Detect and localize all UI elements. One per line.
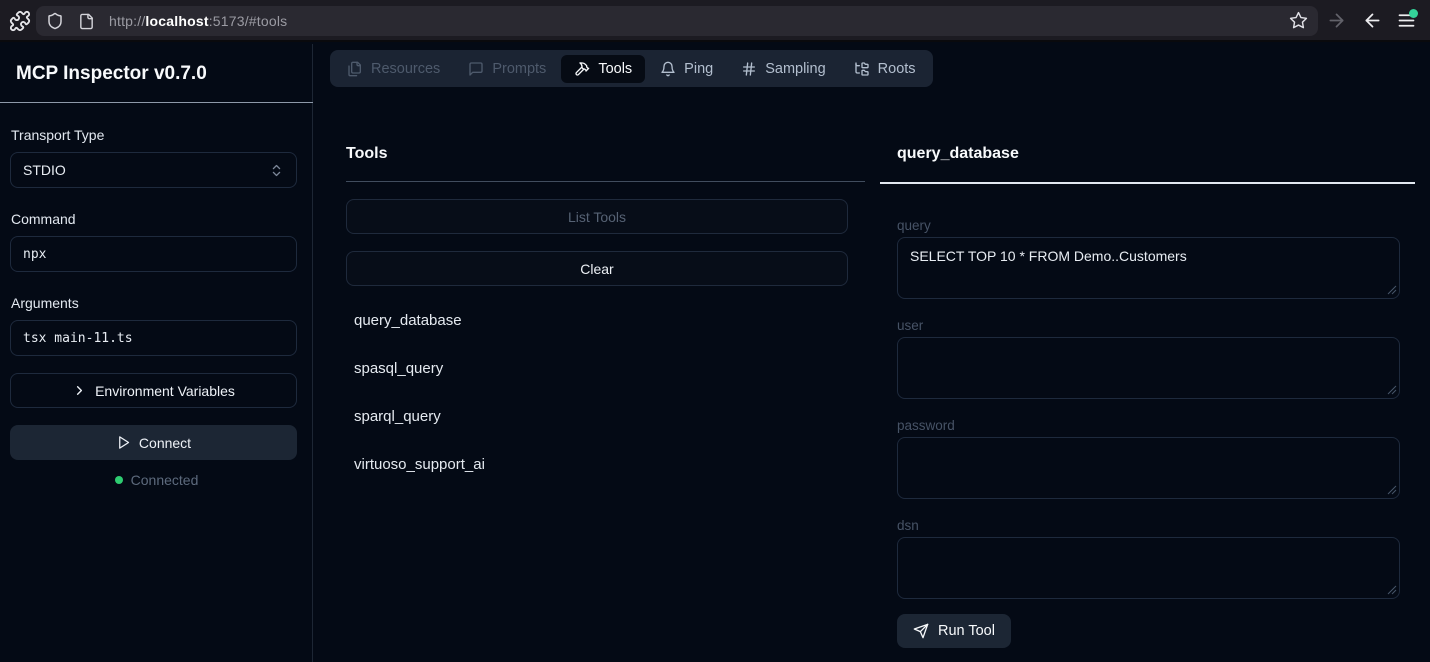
tab-roots-label: Roots: [877, 60, 916, 77]
message-square-icon: [468, 61, 484, 77]
browser-chrome: http://localhost:5173/#tools: [0, 0, 1430, 42]
tab-tools[interactable]: Tools: [561, 54, 646, 83]
extensions-puzzle-icon[interactable]: [9, 10, 31, 37]
back-arrow-icon[interactable]: [1362, 10, 1383, 31]
query-field-label: query: [897, 218, 931, 233]
dsn-field-label: dsn: [897, 518, 919, 533]
environment-variables-label: Environment Variables: [95, 382, 235, 399]
dsn-field-input[interactable]: [897, 537, 1400, 599]
url-text: http://localhost:5173/#tools: [109, 13, 287, 29]
tools-panel-divider: [346, 181, 865, 182]
tool-list-item-spasql-query[interactable]: spasql_query: [354, 360, 443, 377]
query-field-input[interactable]: SELECT TOP 10 * FROM Demo..Customers: [897, 237, 1400, 299]
tool-list-item-sparql-query[interactable]: sparql_query: [354, 408, 441, 425]
transport-type-value: STDIO: [23, 162, 66, 178]
forward-arrow-icon[interactable]: [1326, 10, 1347, 31]
send-icon: [913, 623, 929, 639]
password-field-input[interactable]: [897, 437, 1400, 499]
tab-ping[interactable]: Ping: [647, 55, 726, 83]
main-tab-bar: Resources Prompts Tools Ping Sampling Ro…: [330, 50, 933, 87]
tab-ping-label: Ping: [684, 60, 714, 77]
tab-prompts[interactable]: Prompts: [455, 55, 559, 83]
password-field-label: password: [897, 418, 955, 433]
user-field-input[interactable]: [897, 337, 1400, 399]
tab-tools-label: Tools: [598, 60, 633, 77]
command-input[interactable]: [10, 236, 297, 272]
connection-status: Connected: [0, 472, 313, 488]
tab-prompts-label: Prompts: [492, 60, 547, 77]
play-icon: [116, 435, 131, 450]
command-label: Command: [11, 211, 76, 227]
connected-dot-icon: [114, 476, 123, 484]
tool-detail-title: query_database: [897, 145, 1019, 162]
tab-sampling[interactable]: Sampling: [728, 55, 838, 83]
sidebar-divider: [0, 102, 313, 103]
chevrons-up-down-icon: [269, 163, 284, 178]
list-tools-button[interactable]: List Tools: [346, 199, 848, 234]
connect-button[interactable]: Connect: [10, 425, 297, 460]
arguments-label: Arguments: [11, 295, 79, 311]
files-icon: [347, 61, 363, 77]
connect-label: Connect: [138, 434, 192, 451]
mcp-inspector-app: MCP Inspector v0.7.0 Transport Type STDI…: [0, 44, 1430, 662]
menu-notification-badge: [1409, 9, 1418, 18]
tab-resources-label: Resources: [371, 60, 441, 77]
run-tool-button[interactable]: Run Tool: [897, 614, 1011, 648]
page-info-icon[interactable]: [78, 13, 95, 30]
sidebar: MCP Inspector v0.7.0 Transport Type STDI…: [0, 44, 313, 662]
hash-icon: [741, 61, 757, 77]
arguments-input[interactable]: [10, 320, 297, 356]
url-prefix: http://: [109, 13, 146, 29]
shield-icon[interactable]: [46, 12, 64, 30]
transport-type-label: Transport Type: [11, 127, 105, 143]
tools-panel-title: Tools: [346, 145, 388, 162]
user-field-label: user: [897, 318, 924, 333]
url-suffix: :5173/#tools: [208, 13, 288, 29]
folder-tree-icon: [854, 61, 870, 77]
environment-variables-button[interactable]: Environment Variables: [10, 373, 297, 408]
tab-resources[interactable]: Resources: [334, 55, 453, 83]
bookmark-star-icon[interactable]: [1289, 11, 1308, 35]
tab-sampling-label: Sampling: [765, 60, 826, 77]
tool-detail-divider: [880, 182, 1415, 184]
tab-roots[interactable]: Roots: [841, 55, 929, 83]
connected-text: Connected: [130, 472, 199, 488]
app-title: MCP Inspector v0.7.0: [16, 63, 207, 84]
clear-button[interactable]: Clear: [346, 251, 848, 286]
hammer-icon: [574, 61, 590, 77]
url-bar[interactable]: http://localhost:5173/#tools: [36, 6, 1318, 36]
run-tool-label: Run Tool: [938, 623, 995, 639]
bell-icon: [660, 61, 676, 77]
chevron-right-icon: [72, 383, 87, 398]
url-host: localhost: [145, 13, 209, 29]
tool-list-item-query-database[interactable]: query_database: [354, 312, 462, 329]
tool-list-item-virtuoso-support-ai[interactable]: virtuoso_support_ai: [354, 456, 485, 473]
transport-type-select[interactable]: STDIO: [10, 152, 297, 188]
